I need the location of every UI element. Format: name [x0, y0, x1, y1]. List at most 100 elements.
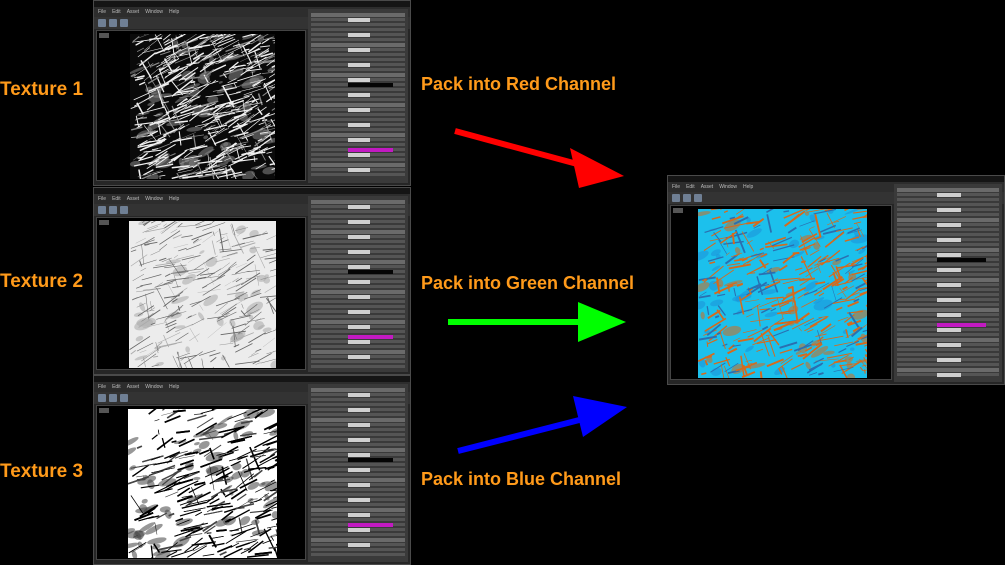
reimport-icon[interactable] [120, 19, 128, 27]
find-in-browser-icon[interactable] [109, 206, 117, 214]
save-icon[interactable] [98, 19, 106, 27]
reimport-icon[interactable] [120, 206, 128, 214]
property-value-field[interactable] [937, 298, 961, 302]
property-value-field[interactable] [937, 193, 961, 197]
reimport-icon[interactable] [120, 394, 128, 402]
property-value-field[interactable] [348, 153, 370, 157]
view-options-button[interactable] [99, 220, 109, 225]
color-swatch[interactable] [348, 83, 393, 87]
find-in-browser-icon[interactable] [109, 19, 117, 27]
menu-item[interactable]: Help [169, 9, 179, 15]
property-value-field[interactable] [937, 223, 961, 227]
menu-item[interactable]: Window [145, 384, 163, 390]
property-value-field[interactable] [937, 328, 961, 332]
find-in-browser-icon[interactable] [683, 194, 691, 202]
property-value-field[interactable] [937, 313, 961, 317]
menu-item[interactable]: Window [145, 196, 163, 202]
menu-item[interactable]: Help [169, 196, 179, 202]
color-swatch[interactable] [348, 458, 393, 462]
property-value-field[interactable] [348, 340, 370, 344]
property-value-field[interactable] [348, 295, 370, 299]
save-icon[interactable] [98, 394, 106, 402]
property-value-field[interactable] [937, 208, 961, 212]
view-options-button[interactable] [99, 408, 109, 413]
menu-item[interactable]: Help [169, 384, 179, 390]
property-value-field[interactable] [348, 498, 370, 502]
green-channel-label: Pack into Green Channel [421, 273, 635, 293]
menu-item[interactable]: Asset [127, 9, 140, 15]
property-value-field[interactable] [348, 423, 370, 427]
texture-viewport[interactable] [96, 30, 306, 181]
property-value-field[interactable] [937, 283, 961, 287]
property-value-field[interactable] [937, 343, 961, 347]
property-value-field[interactable] [348, 453, 370, 457]
menu-item[interactable]: Help [743, 184, 753, 190]
save-icon[interactable] [98, 206, 106, 214]
property-value-field[interactable] [937, 373, 961, 377]
property-value-field[interactable] [937, 253, 961, 257]
property-value-field[interactable] [348, 355, 370, 359]
view-options-button[interactable] [99, 33, 109, 38]
property-value-field[interactable] [348, 393, 370, 397]
property-value-field[interactable] [937, 268, 961, 272]
color-swatch[interactable] [937, 258, 986, 262]
property-section-header [897, 368, 999, 372]
reimport-icon[interactable] [694, 194, 702, 202]
chroma-key-color[interactable] [348, 523, 393, 527]
find-in-browser-icon[interactable] [109, 394, 117, 402]
menu-item[interactable]: Window [719, 184, 737, 190]
menu-item[interactable]: Edit [686, 184, 695, 190]
property-value-field[interactable] [348, 438, 370, 442]
chroma-key-color[interactable] [348, 335, 393, 339]
menu-item[interactable]: File [98, 196, 106, 202]
property-section-header [311, 43, 405, 47]
property-value-field[interactable] [348, 33, 370, 37]
chroma-key-color[interactable] [348, 148, 393, 152]
menu-item[interactable]: Window [145, 9, 163, 15]
menu-item[interactable]: Edit [112, 9, 121, 15]
property-value-field[interactable] [348, 265, 370, 269]
property-value-field[interactable] [348, 168, 370, 172]
menu-item[interactable]: File [672, 184, 680, 190]
save-icon[interactable] [672, 194, 680, 202]
color-swatch[interactable] [348, 270, 393, 274]
property-value-field[interactable] [348, 93, 370, 97]
texture-viewport[interactable] [96, 405, 306, 560]
menu-item[interactable]: File [98, 384, 106, 390]
property-value-field[interactable] [348, 123, 370, 127]
texture-viewport[interactable] [96, 217, 306, 370]
property-value-field[interactable] [348, 250, 370, 254]
property-row [311, 128, 405, 131]
property-value-field[interactable] [348, 483, 370, 487]
property-value-field[interactable] [348, 408, 370, 412]
property-value-field[interactable] [348, 220, 370, 224]
menu-item[interactable]: Edit [112, 384, 121, 390]
menu-item[interactable]: Asset [127, 196, 140, 202]
property-value-field[interactable] [348, 205, 370, 209]
property-row [311, 225, 405, 228]
view-options-button[interactable] [673, 208, 683, 213]
property-value-field[interactable] [937, 238, 961, 242]
texture-viewport[interactable] [670, 205, 892, 380]
property-value-field[interactable] [348, 280, 370, 284]
property-value-field[interactable] [937, 358, 961, 362]
property-value-field[interactable] [348, 468, 370, 472]
property-value-field[interactable] [348, 108, 370, 112]
property-value-field[interactable] [348, 543, 370, 547]
menu-item[interactable]: File [98, 9, 106, 15]
property-value-field[interactable] [348, 48, 370, 52]
menu-item[interactable]: Asset [127, 384, 140, 390]
property-value-field[interactable] [348, 235, 370, 239]
menu-item[interactable]: Edit [112, 196, 121, 202]
property-value-field[interactable] [348, 138, 370, 142]
chroma-key-color[interactable] [937, 323, 986, 327]
property-value-field[interactable] [348, 18, 370, 22]
property-value-field[interactable] [348, 528, 370, 532]
property-value-field[interactable] [348, 325, 370, 329]
property-value-field[interactable] [348, 78, 370, 82]
property-value-field[interactable] [348, 310, 370, 314]
menu-item[interactable]: Asset [701, 184, 714, 190]
property-value-field[interactable] [348, 513, 370, 517]
property-value-field[interactable] [348, 63, 370, 67]
texture-scratch [787, 285, 794, 290]
